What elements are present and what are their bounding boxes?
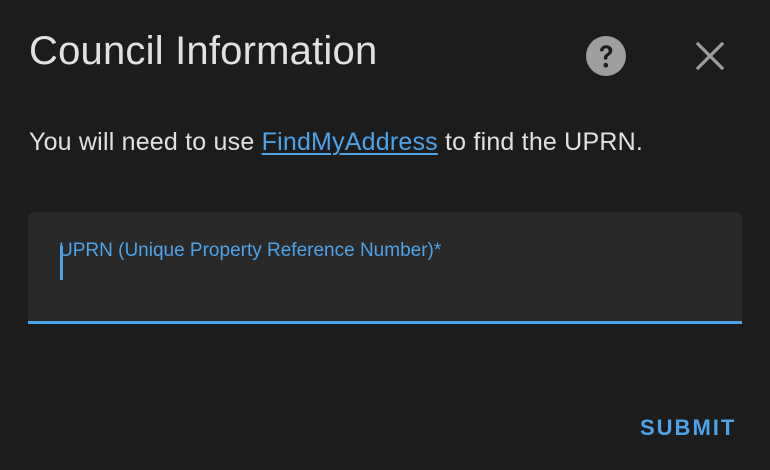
help-button[interactable] bbox=[584, 35, 628, 82]
description-suffix: to find the UPRN. bbox=[437, 128, 643, 156]
uprn-field[interactable]: UPRN (Unique Property Reference Number)* bbox=[28, 212, 742, 324]
description-text: You will need to use FindMyAddress to fi… bbox=[29, 125, 643, 159]
dialog-title: Council Information bbox=[29, 29, 378, 73]
findmyaddress-link[interactable]: FindMyAddress bbox=[262, 128, 438, 156]
submit-button[interactable]: SUBMIT bbox=[630, 408, 746, 448]
description-prefix: You will need to use bbox=[29, 128, 262, 156]
council-information-dialog: Council Information You will need to use… bbox=[0, 0, 770, 470]
close-icon bbox=[695, 41, 725, 76]
help-circle-icon bbox=[585, 35, 627, 82]
close-button[interactable] bbox=[688, 36, 732, 80]
uprn-input[interactable] bbox=[66, 258, 730, 300]
